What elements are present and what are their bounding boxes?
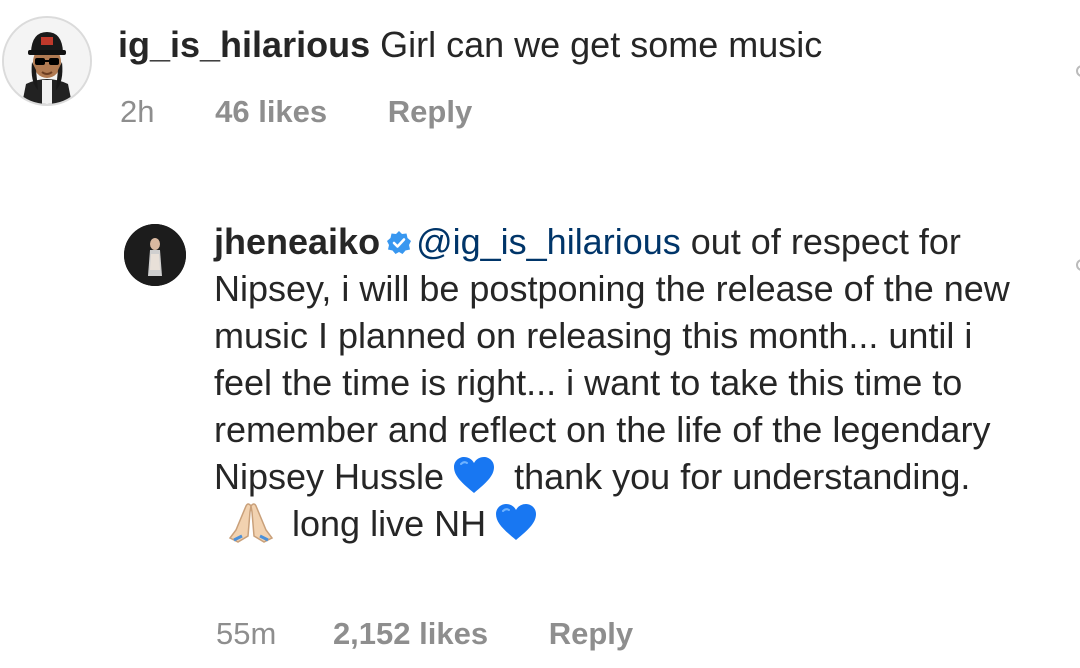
verified-badge-icon — [387, 231, 412, 254]
comment-reply-button[interactable]: Reply — [388, 94, 472, 130]
comment: ig_is_hilarious Girl can we get some mus… — [0, 0, 1080, 160]
folded-hands-emoji-icon — [228, 503, 274, 543]
blue-heart-emoji-icon — [496, 504, 537, 540]
reply-username[interactable]: jheneaiko — [214, 221, 380, 262]
comment-username[interactable]: ig_is_hilarious — [118, 24, 370, 65]
comment-meta: 2h 46 likes Reply — [120, 94, 472, 130]
reply-meta: 55m 2,152 likes Reply — [216, 616, 633, 652]
reply-likes[interactable]: 2,152 likes — [333, 616, 488, 652]
reply-reply-button[interactable]: Reply — [549, 616, 633, 652]
reply-body-part2: thank you for understanding. — [504, 456, 971, 497]
heart-outline-icon[interactable] — [1072, 64, 1080, 78]
comment-body: Girl can we get some music — [380, 24, 823, 65]
heart-outline-icon[interactable] — [1072, 258, 1080, 272]
reply-time: 55m — [216, 616, 277, 651]
comment-text: ig_is_hilarious Girl can we get some mus… — [118, 22, 822, 68]
reply-text: jheneaiko @ig_is_hilarious out of respec… — [214, 218, 1034, 547]
reply-avatar[interactable] — [124, 224, 186, 286]
comment-likes[interactable]: 46 likes — [215, 94, 327, 130]
reply-body-part3: long live NH — [282, 503, 487, 544]
comment-time: 2h — [120, 94, 155, 129]
bitmoji-avatar-icon — [4, 18, 90, 104]
blue-heart-emoji-icon — [454, 457, 495, 493]
comments-view: ig_is_hilarious Girl can we get some mus… — [0, 0, 1080, 668]
reply-mention-link[interactable]: @ig_is_hilarious — [416, 221, 681, 262]
avatar[interactable] — [2, 16, 92, 106]
profile-photo-icon — [124, 224, 186, 286]
